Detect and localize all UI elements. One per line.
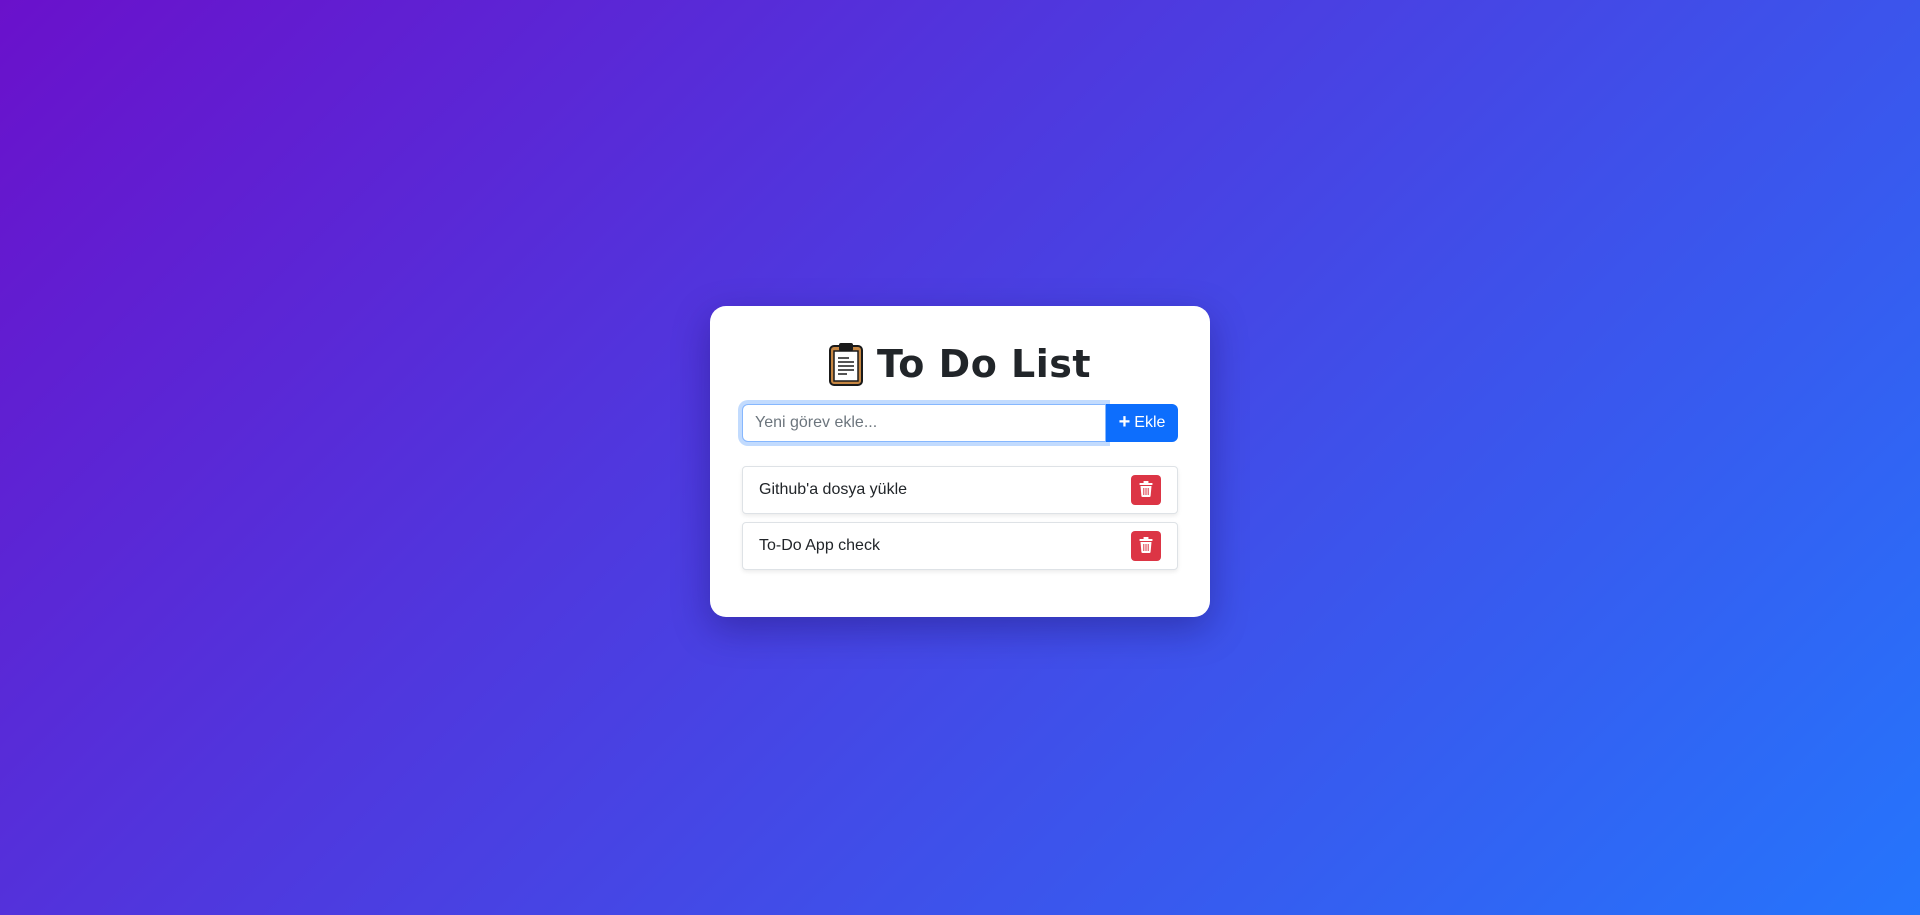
delete-task-button[interactable] [1131, 531, 1161, 561]
task-text: Github'a dosya yükle [759, 481, 908, 498]
todo-card: To Do List + Ekle Github'a dosya yükle [710, 306, 1210, 617]
page-title: To Do List [876, 342, 1092, 386]
clipboard-icon [828, 342, 863, 386]
task-item: To-Do App check [742, 522, 1178, 570]
plus-icon: + [1118, 411, 1131, 433]
title-row: To Do List [742, 338, 1178, 390]
task-item: Github'a dosya yükle [742, 466, 1178, 514]
trash-icon [1139, 536, 1153, 556]
add-task-form: + Ekle [742, 404, 1178, 442]
task-text: To-Do App check [759, 537, 880, 554]
delete-task-button[interactable] [1131, 475, 1161, 505]
new-task-input[interactable] [742, 404, 1106, 442]
add-task-label: Ekle [1134, 414, 1166, 431]
add-task-button[interactable]: + Ekle [1106, 404, 1178, 442]
trash-icon [1139, 480, 1153, 500]
task-list: Github'a dosya yükle To-Do App check [742, 466, 1178, 570]
